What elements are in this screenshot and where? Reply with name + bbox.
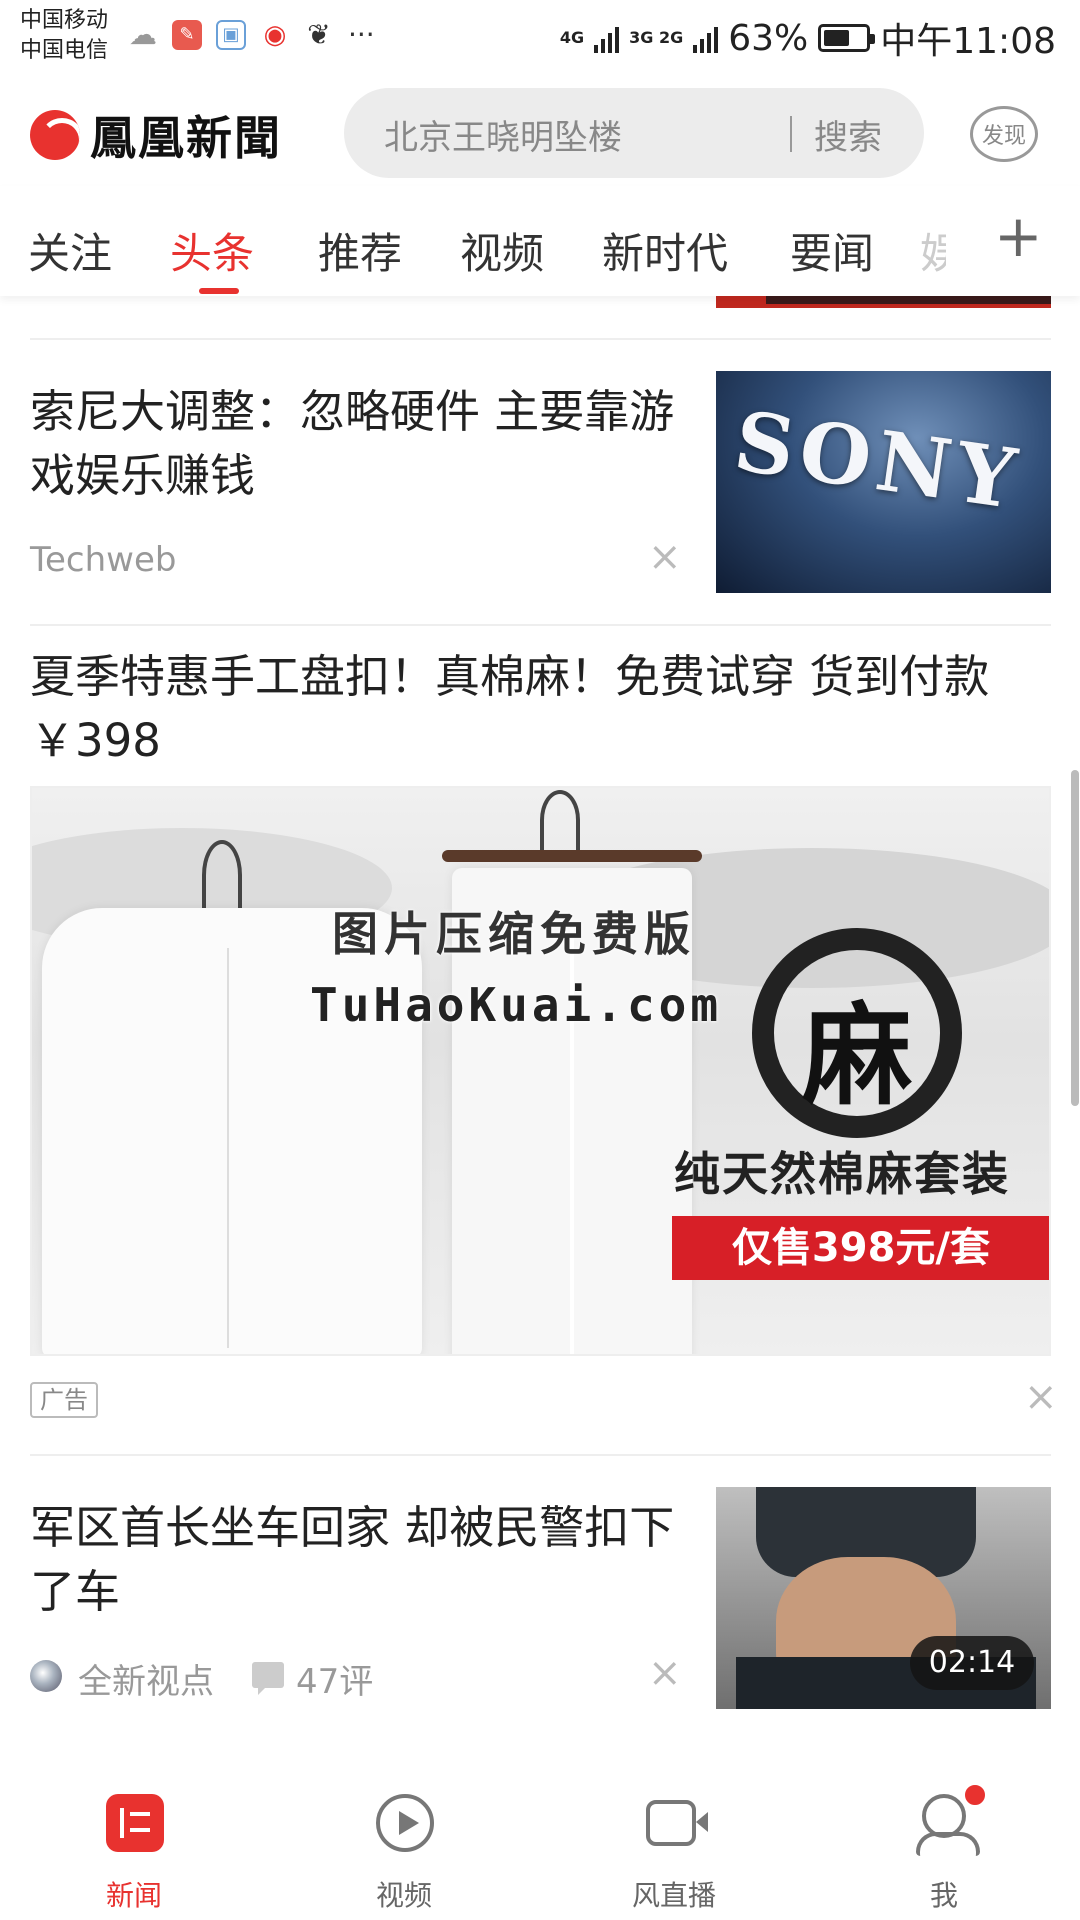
hanger-icon (540, 790, 580, 850)
nav-news[interactable]: 新闻 (34, 1764, 234, 1920)
app-logo[interactable]: 鳳凰新聞 (30, 102, 282, 168)
discover-button[interactable]: 发现 (970, 106, 1038, 162)
sony-logo-text: SONY (728, 393, 1028, 529)
tab-top-news[interactable]: 要闻 (790, 220, 874, 281)
news-source: 全新视点 (78, 1662, 214, 1702)
app-notification-icon: ▣ (216, 19, 246, 50)
bottom-nav: 新闻 视频 风直播 我 (0, 1764, 1080, 1920)
comment-icon (252, 1662, 284, 1695)
hanger-icon (202, 840, 242, 910)
news-thumbnail[interactable]: SONY (716, 371, 1051, 593)
battery-percent: 63% (728, 17, 809, 59)
close-icon[interactable]: × (648, 534, 682, 580)
status-right: 4G 3G 2G 63% 中午11:08 (560, 12, 1056, 64)
network-type-2: 3G 2G (629, 28, 684, 47)
phoenix-logo-icon (30, 110, 80, 160)
weather-icon: ☁ (129, 18, 157, 51)
user-icon (916, 1794, 980, 1856)
notification-icons: ☁ ✎ ▣ ◉ ❦ ··· (128, 18, 375, 51)
nav-label: 我 (929, 1879, 958, 1912)
scrollbar[interactable] (1071, 770, 1079, 1106)
search-button[interactable]: 搜索 (814, 110, 882, 159)
add-channel-button[interactable]: + (994, 206, 1043, 266)
news-title[interactable]: 军区首长坐车回家 却被民警扣下了车 (30, 1496, 680, 1624)
signal-icon (693, 23, 719, 53)
source-avatar (30, 1660, 62, 1692)
tab-follow[interactable]: 关注 (28, 220, 112, 281)
clock: 中午11:08 (880, 21, 1056, 62)
carrier-2: 中国电信 (20, 38, 109, 63)
nav-me[interactable]: 我 (844, 1764, 1044, 1920)
news-source: Techweb (30, 540, 177, 580)
nav-live[interactable]: 风直播 (574, 1764, 774, 1920)
nav-label: 视频 (375, 1879, 432, 1912)
video-duration: 02:14 (910, 1636, 1034, 1690)
tab-new-era[interactable]: 新时代 (602, 220, 728, 281)
squirrel-notification-icon: ❦ (307, 18, 331, 51)
battery-icon (818, 24, 876, 52)
ad-image-caption: 纯天然棉麻套装 (674, 1147, 1010, 1201)
search-placeholder[interactable]: 北京王晓明坠楼 (384, 110, 622, 159)
watermark-text: 图片压缩免费版 (332, 907, 696, 961)
shirt-image (42, 908, 422, 1354)
nav-label: 风直播 (631, 1879, 716, 1912)
tab-headlines[interactable]: 头条 (170, 220, 254, 281)
ad-title[interactable]: 夏季特惠手工盘扣！真棉麻！免费试穿 货到付款￥398 (30, 645, 1060, 773)
close-icon[interactable]: × (648, 1650, 682, 1696)
hanger-bar (442, 850, 702, 862)
ad-badge: 广告 (30, 1382, 98, 1418)
tab-partial[interactable]: 娱 (920, 220, 946, 281)
tab-video[interactable]: 视频 (460, 220, 544, 281)
news-icon (106, 1794, 164, 1852)
close-icon[interactable]: × (1024, 1374, 1058, 1420)
nav-label: 新闻 (105, 1879, 162, 1912)
status-bar: 中国移动 中国电信 ☁ ✎ ▣ ◉ ❦ ··· 4G 3G 2G 63% 中午1… (0, 0, 1080, 74)
nav-video[interactable]: 视频 (304, 1764, 504, 1920)
news-title[interactable]: 索尼大调整：忽略硬件 主要靠游戏娱乐赚钱 (30, 380, 680, 508)
ad-image-price: 仅售398元/套 (672, 1216, 1049, 1280)
comment-count[interactable]: 47评 (296, 1654, 373, 1703)
watermark-url: TuHaoKuai.com (310, 978, 723, 1032)
active-tab-indicator (199, 288, 239, 294)
search-divider (790, 116, 792, 152)
camera-icon (646, 1800, 708, 1846)
channel-tabs: 关注 头条 推荐 视频 新时代 要闻 娱 + (0, 186, 1080, 296)
carrier-info: 中国移动 中国电信 (20, 6, 108, 66)
app-notification-icon: ✎ (172, 19, 202, 50)
play-icon (376, 1794, 434, 1852)
feed-divider (30, 338, 1051, 340)
carrier-1: 中国移动 (20, 8, 109, 33)
more-notifications-icon: ··· (348, 18, 375, 51)
network-type-1: 4G (559, 28, 585, 47)
tab-recommended[interactable]: 推荐 (318, 220, 402, 281)
logo-text: 鳳凰新聞 (90, 111, 282, 165)
notification-dot (962, 1782, 988, 1808)
feed-divider (30, 1454, 1051, 1456)
ad-image-char: 麻 (802, 991, 912, 1120)
ad-image[interactable]: 麻 纯天然棉麻套装 仅售398元/套 图片压缩免费版 TuHaoKuai.com (30, 786, 1051, 1356)
search-bar[interactable]: 北京王晓明坠楼 搜索 (344, 88, 924, 178)
signal-icon (594, 23, 620, 53)
fenghuang-notification-icon: ◉ (263, 19, 287, 50)
feed-divider (30, 624, 1051, 626)
app-header: 鳳凰新聞 北京王晓明坠楼 搜索 发现 (0, 74, 1080, 186)
